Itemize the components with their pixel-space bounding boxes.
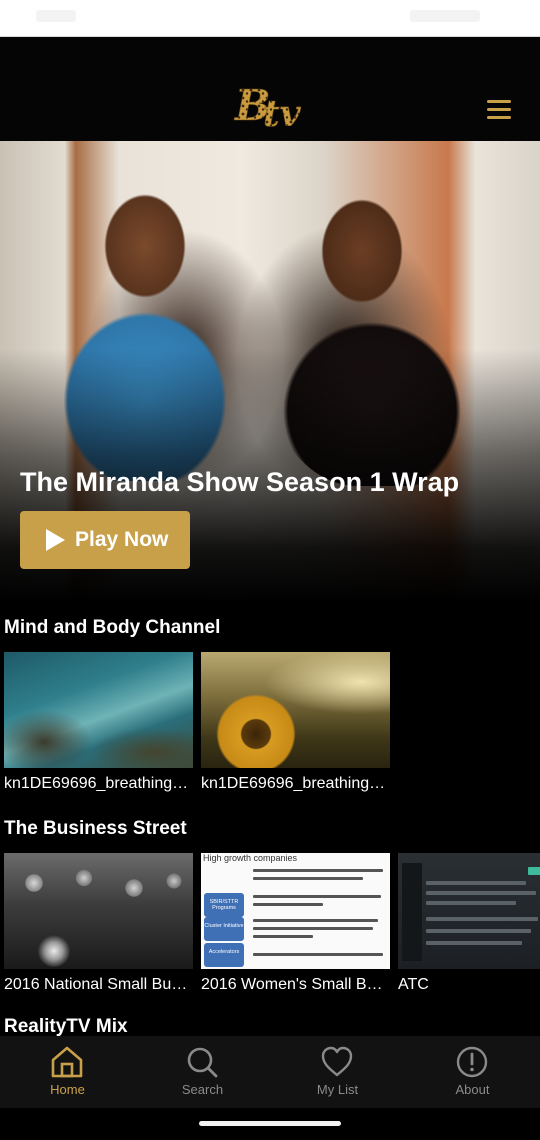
video-thumbnail xyxy=(398,853,540,969)
nav-about[interactable]: About xyxy=(405,1036,540,1108)
video-thumbnail: High growth companies SBIR/STTR Programs… xyxy=(201,853,390,969)
nav-my-list[interactable]: My List xyxy=(270,1036,405,1108)
slide-box: Accelerators xyxy=(204,943,244,967)
slide-header: High growth companies xyxy=(203,853,298,863)
status-icons xyxy=(410,10,480,22)
play-now-button[interactable]: Play Now xyxy=(20,511,190,569)
nav-home-label: Home xyxy=(50,1082,85,1097)
row-title-realitytv-mix: RealityTV Mix xyxy=(4,1016,128,1037)
row-title-business-street: The Business Street xyxy=(4,818,187,839)
brand-logo[interactable]: B tv xyxy=(233,80,307,132)
video-caption: ATC xyxy=(398,976,429,993)
video-thumbnail xyxy=(4,652,193,768)
svg-text:tv: tv xyxy=(263,93,302,132)
play-icon xyxy=(46,529,65,551)
slide-box: Cluster Initiative xyxy=(204,917,244,941)
video-caption: kn1DE69696_breathing_... xyxy=(201,775,390,792)
video-tile[interactable]: High growth companies SBIR/STTR Programs… xyxy=(201,853,390,994)
search-icon xyxy=(187,1047,218,1078)
info-icon xyxy=(456,1046,488,1078)
gesture-bar xyxy=(0,1108,540,1140)
video-tile[interactable]: kn1DE69696_breathing_... xyxy=(4,652,193,793)
nav-search-label: Search xyxy=(181,1082,224,1097)
video-caption: 2016 Women's Small Bus... xyxy=(201,976,390,993)
nav-home[interactable]: Home xyxy=(0,1036,135,1108)
nav-search[interactable]: Search xyxy=(135,1036,270,1108)
video-caption: 2016 National Small Busi... xyxy=(4,976,193,993)
nav-my-list-label: My List xyxy=(316,1082,359,1097)
status-time xyxy=(36,10,76,22)
hero-title: The Miranda Show Season 1 Wrap xyxy=(20,467,460,497)
play-now-label: Play Now xyxy=(75,528,169,551)
status-bar xyxy=(0,0,540,37)
video-tile[interactable]: 2016 National Small Busi... xyxy=(4,853,193,994)
video-thumbnail xyxy=(201,652,390,768)
video-thumbnail xyxy=(4,853,193,969)
home-icon xyxy=(51,1046,83,1078)
bottom-navigation: Home Search My List About xyxy=(0,1036,540,1108)
nav-about-label: About xyxy=(455,1082,490,1097)
video-tile[interactable]: ATC xyxy=(398,853,540,994)
app-header: B tv xyxy=(0,37,540,141)
slide-box: SBIR/STTR Programs xyxy=(204,893,244,917)
home-indicator[interactable] xyxy=(199,1121,341,1126)
video-caption: kn1DE69696_breathing_... xyxy=(4,775,193,792)
heart-icon xyxy=(321,1046,353,1077)
video-tile[interactable]: kn1DE69696_breathing_... xyxy=(201,652,390,793)
row-title-mind-and-body: Mind and Body Channel xyxy=(4,617,221,638)
hamburger-menu-icon[interactable] xyxy=(485,98,513,120)
